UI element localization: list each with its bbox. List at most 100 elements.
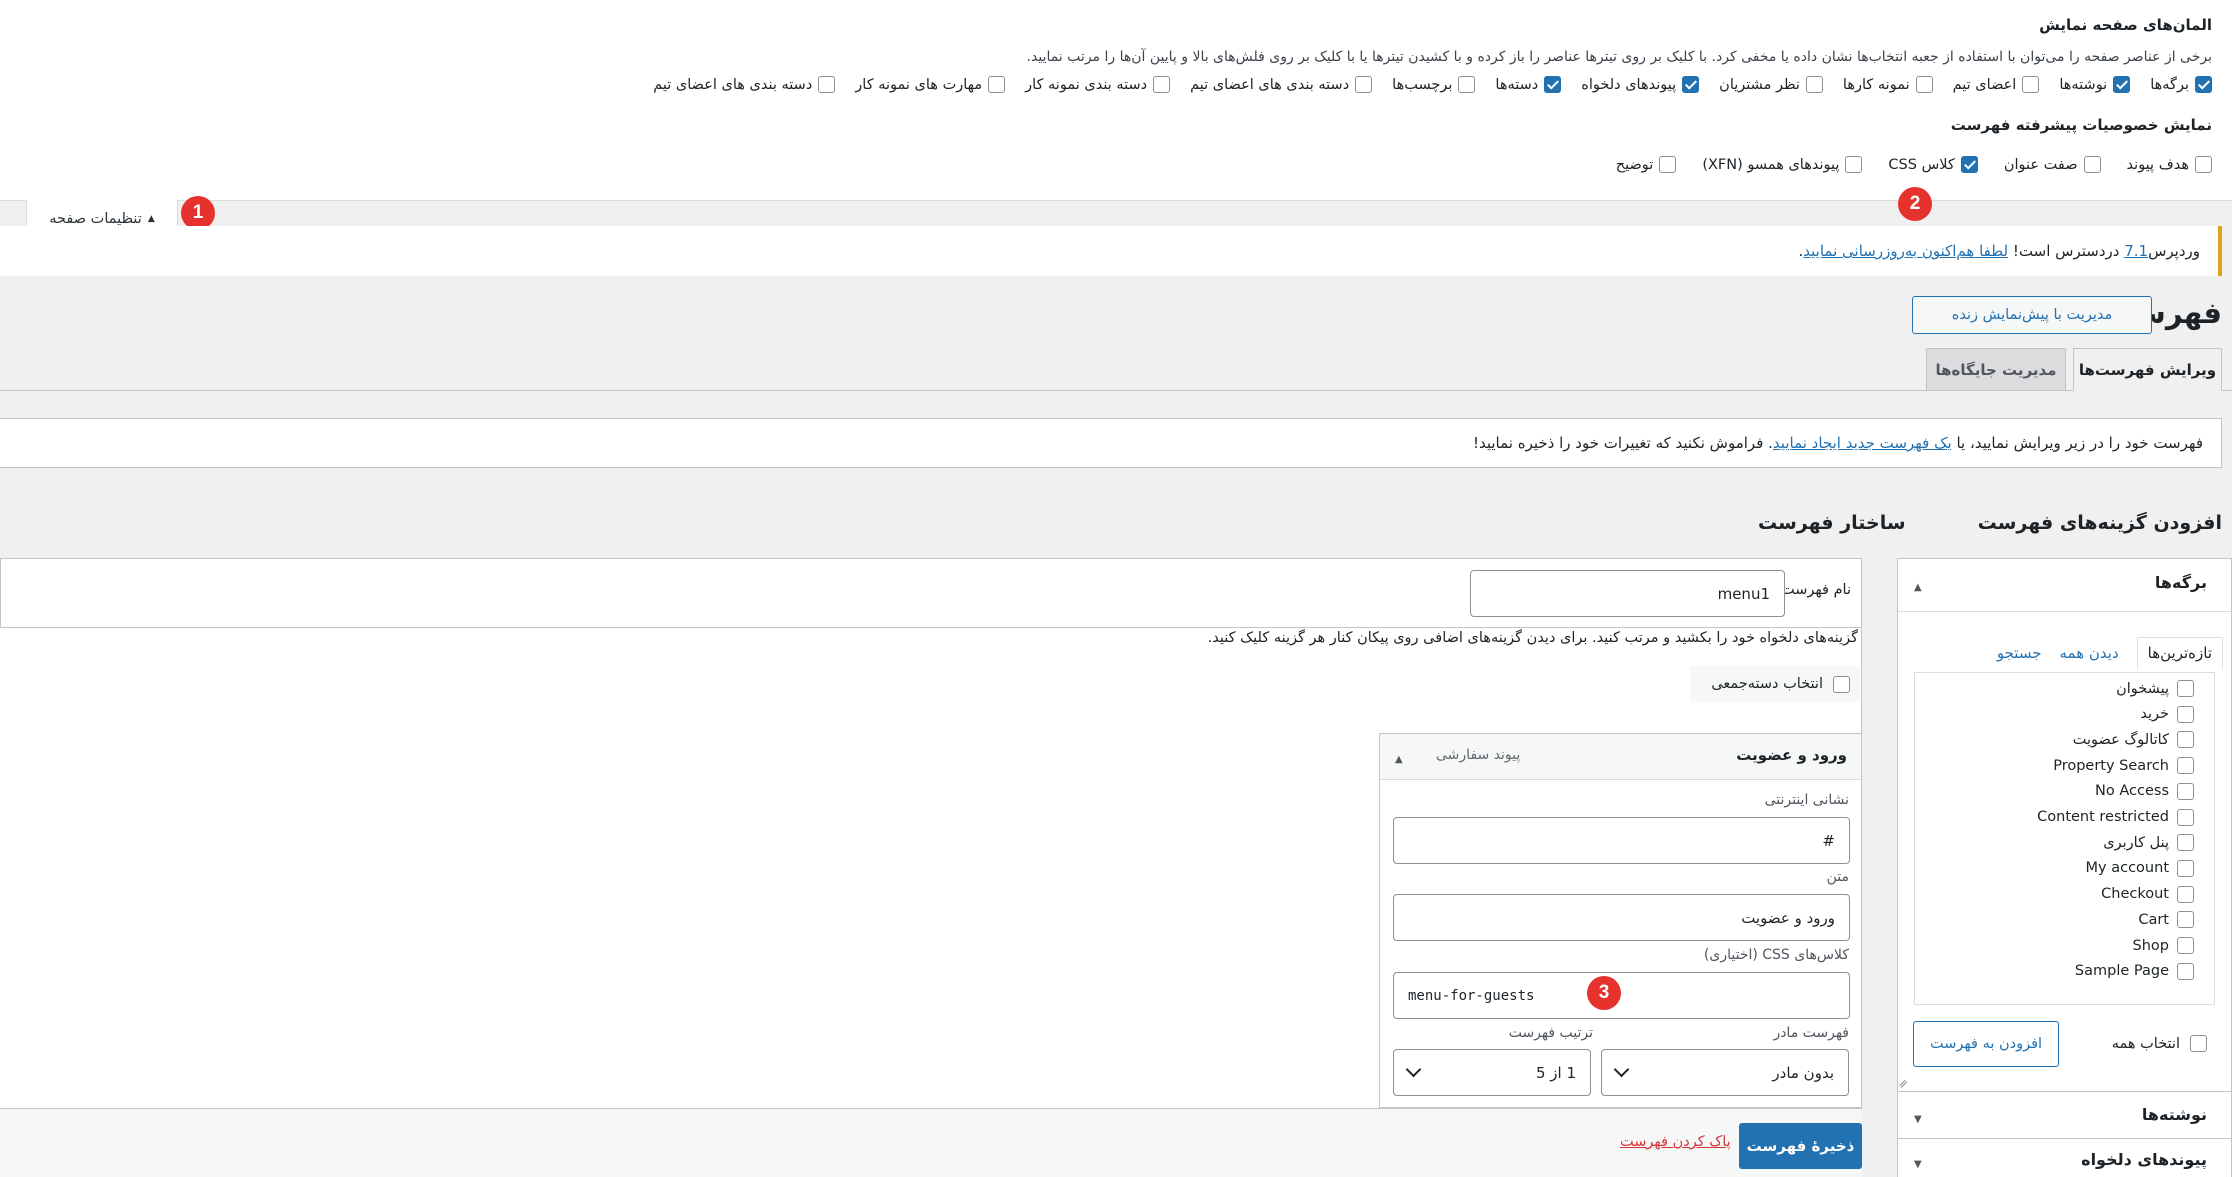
page-list-item[interactable]: Cart: [2138, 911, 2194, 929]
css-classes-input[interactable]: menu-for-guests: [1393, 972, 1850, 1019]
page-checkbox[interactable]: [2177, 808, 2194, 826]
screen-box-option-10[interactable]: مهارت های نمونه کار: [855, 76, 1006, 93]
page-checkbox[interactable]: [2177, 859, 2194, 877]
page-checkbox[interactable]: [2177, 705, 2194, 723]
advanced-option-1[interactable]: صفت عنوان: [2004, 156, 2101, 173]
tab-view-all[interactable]: دیدن همه: [2059, 644, 2118, 662]
page-checkbox[interactable]: [2177, 937, 2194, 954]
page-list-item[interactable]: Shop: [2133, 937, 2194, 954]
custom-links-accordion-title[interactable]: پیوندهای دلخواه: [2081, 1150, 2207, 1169]
page-list-item[interactable]: کاتالوگ عضویت: [2073, 731, 2194, 749]
live-preview-button[interactable]: مدیریت با پیش‌نمایش زنده: [1912, 296, 2152, 334]
callout-badge-1: 1: [181, 196, 215, 230]
checkbox[interactable]: [1960, 156, 1978, 173]
update-now-link[interactable]: لطفا هم‌اکنون به‌روزرسانی نمایید: [1803, 242, 2008, 260]
bulk-select[interactable]: انتخاب دسته‌جمعی: [1690, 666, 1860, 702]
tab-most-recent[interactable]: تازه‌ترین‌ها: [2136, 637, 2223, 669]
advanced-option-3[interactable]: پیوندهای همسو (XFN): [1702, 156, 1863, 173]
page-list-item[interactable]: خرید: [2140, 705, 2194, 723]
page-checkbox[interactable]: [2177, 782, 2194, 800]
checkbox[interactable]: [1659, 156, 1677, 173]
screen-box-option-3[interactable]: نمونه کارها: [1843, 76, 1933, 93]
add-items-heading: افزودن گزینه‌های فهرست: [1977, 512, 2222, 534]
screen-box-option-label: دسته بندی های اعضای تیم: [1190, 76, 1350, 93]
screen-box-option-11[interactable]: دسته بندی های اعضای تیم: [653, 76, 836, 93]
collapse-up-icon[interactable]: [1914, 576, 1922, 594]
menu-item-handle[interactable]: ورود و عضویت پیوند سفارشی: [1380, 734, 1861, 780]
screen-box-option-4[interactable]: نظر مشتریان: [1719, 76, 1823, 93]
checkbox[interactable]: [1845, 156, 1863, 173]
pages-accordion-title[interactable]: برگه‌ها: [2155, 573, 2207, 592]
checkbox[interactable]: [2195, 156, 2212, 173]
advanced-option-2[interactable]: کلاس CSS: [1888, 156, 1978, 173]
expand-down-icon[interactable]: [1914, 1153, 1922, 1171]
page-list-item[interactable]: My account: [2086, 859, 2194, 877]
screen-box-option-label: اعضای تیم: [1952, 76, 2017, 93]
checkbox[interactable]: [818, 76, 836, 93]
screen-box-option-9[interactable]: دسته بندی نمونه کار: [1025, 76, 1171, 93]
screen-box-option-label: دسته‌ها: [1495, 76, 1539, 93]
page-list-item[interactable]: پیشخوان: [2116, 680, 2194, 697]
page-checkbox[interactable]: [2177, 885, 2194, 903]
create-new-menu-link[interactable]: یک فهرست جدید ایجاد نمایید: [1773, 434, 1952, 452]
page-checkbox[interactable]: [2177, 962, 2194, 980]
add-to-menu-button[interactable]: افزودن به فهرست: [1913, 1021, 2059, 1067]
page-list-item[interactable]: Sample Page: [2075, 962, 2194, 980]
page-list-item[interactable]: Property Search: [2053, 757, 2194, 775]
parent-select[interactable]: بدون مادر: [1601, 1049, 1849, 1096]
checkbox[interactable]: [1458, 76, 1476, 93]
parent-select-value: بدون مادر: [1772, 1063, 1834, 1082]
url-input[interactable]: #: [1393, 817, 1850, 864]
screen-box-option-6[interactable]: دسته‌ها: [1495, 76, 1562, 93]
tab-search[interactable]: جستجو: [1997, 644, 2042, 662]
posts-accordion-title[interactable]: نوشته‌ها: [2142, 1105, 2207, 1124]
url-label: نشانی اینترنتی: [1764, 792, 1849, 808]
tab-edit-menus[interactable]: ویرایش فهرست‌ها: [2073, 348, 2222, 391]
page-checkbox[interactable]: [2177, 834, 2194, 852]
expand-down-icon[interactable]: [1914, 1108, 1922, 1126]
page-checkbox[interactable]: [2177, 911, 2194, 929]
tab-manage-locations[interactable]: مدیریت جایگاه‌ها: [1926, 348, 2066, 390]
select-all-pages[interactable]: انتخاب همه: [2112, 1035, 2207, 1052]
select-all-checkbox[interactable]: [2190, 1035, 2207, 1052]
checkbox[interactable]: [1355, 76, 1373, 93]
page-list-item[interactable]: Checkout: [2101, 885, 2194, 903]
checkbox[interactable]: [2022, 76, 2040, 93]
page-list-item[interactable]: پنل کاربری: [2103, 834, 2194, 852]
menu-name-input[interactable]: menu1: [1470, 570, 1785, 617]
checkbox[interactable]: [2113, 76, 2131, 93]
item-toggle-icon[interactable]: [1395, 748, 1403, 766]
version-link[interactable]: 7.1: [2124, 242, 2148, 260]
checkbox[interactable]: [1805, 76, 1823, 93]
checkbox[interactable]: [988, 76, 1006, 93]
advanced-option-4[interactable]: توضیح: [1616, 156, 1677, 173]
checkbox[interactable]: [1682, 76, 1700, 93]
checkbox[interactable]: [1544, 76, 1562, 93]
page-checkbox[interactable]: [2177, 680, 2194, 697]
checkbox[interactable]: [1915, 76, 1933, 93]
page-list-item[interactable]: Content restricted: [2037, 808, 2194, 826]
order-select[interactable]: 1 از 5: [1393, 1049, 1591, 1096]
screen-box-option-label: پیوندهای دلخواه: [1581, 76, 1677, 93]
bulk-select-label: انتخاب دسته‌جمعی: [1711, 676, 1823, 692]
page-checkbox[interactable]: [2177, 757, 2194, 775]
screen-box-option-7[interactable]: برچسب‌ها: [1392, 76, 1476, 93]
page-list-item[interactable]: No Access: [2095, 782, 2194, 800]
advanced-option-label: صفت عنوان: [2003, 156, 2078, 173]
drag-instructions: گزینه‌های دلخواه خود را بکشید و مرتب کنی…: [1207, 630, 1858, 646]
checkbox[interactable]: [1153, 76, 1171, 93]
checkbox[interactable]: [2195, 76, 2212, 93]
bulk-select-checkbox[interactable]: [1833, 675, 1850, 693]
screen-box-option-1[interactable]: نوشته‌ها: [2059, 76, 2131, 93]
save-menu-button[interactable]: ذخیرهٔ فهرست: [1739, 1123, 1862, 1169]
delete-menu-link[interactable]: پاک کردن فهرست: [1620, 1134, 1731, 1150]
callout-badge-3: 3: [1587, 976, 1621, 1010]
screen-box-option-8[interactable]: دسته بندی های اعضای تیم: [1190, 76, 1373, 93]
checkbox[interactable]: [2083, 156, 2101, 173]
screen-box-option-0[interactable]: برگه‌ها: [2150, 76, 2212, 93]
screen-box-option-5[interactable]: پیوندهای دلخواه: [1581, 76, 1700, 93]
page-checkbox[interactable]: [2177, 731, 2194, 749]
nav-label-input[interactable]: ورود و عضویت: [1393, 894, 1850, 941]
advanced-option-0[interactable]: هدف پیوند: [2127, 156, 2212, 173]
screen-box-option-2[interactable]: اعضای تیم: [1953, 76, 2040, 93]
